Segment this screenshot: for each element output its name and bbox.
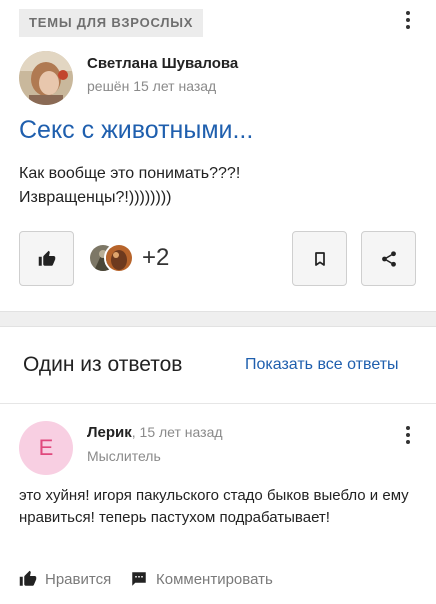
divider: [0, 403, 436, 404]
answer-time: , 15 лет назад: [131, 424, 223, 440]
answer-like-label: Нравится: [45, 570, 112, 588]
answer-author-rank: Мыслитель: [87, 448, 161, 464]
question-more-button[interactable]: [398, 8, 418, 32]
comment-icon: [132, 572, 146, 586]
thumbs-up-icon: [38, 250, 55, 266]
question-body-line: Извращенцы?!)))))))): [19, 189, 172, 206]
answer-author-line: Лерик, 15 лет назад: [87, 424, 223, 441]
answer-author-name[interactable]: Лерик: [87, 424, 132, 441]
more-dot-icon: [406, 426, 410, 430]
answer-more-button[interactable]: [398, 423, 418, 447]
liked-by-avatars[interactable]: [88, 243, 134, 273]
author-name[interactable]: Светлана Шувалова: [87, 55, 238, 72]
answers-heading: Один из ответов: [23, 353, 183, 376]
question-body-line: Как вообще это понимать???!: [19, 165, 241, 182]
question-card: Темы для взрослых Светлана Шувалова решё…: [0, 0, 436, 312]
more-dot-icon: [406, 25, 410, 29]
answer-comment-button[interactable]: Комментировать: [130, 570, 273, 588]
answer-body: это хуйня! игоря пакульского стадо быков…: [19, 487, 409, 526]
question-body: Как вообще это понимать???! Извращенцы?!…: [19, 162, 419, 210]
answer-like-button[interactable]: Нравится: [19, 570, 111, 588]
thumbs-up-icon: [19, 570, 37, 586]
category-tag[interactable]: Темы для взрослых: [19, 9, 204, 37]
author-photo: [19, 51, 73, 105]
show-all-answers-link[interactable]: Показать все ответы: [245, 356, 399, 374]
author-avatar[interactable]: [19, 51, 73, 105]
bookmark-icon: [314, 251, 325, 266]
more-dot-icon: [406, 11, 410, 15]
answer-avatar[interactable]: Е: [19, 421, 73, 475]
question-time: решён 15 лет назад: [87, 78, 217, 94]
like-count[interactable]: +2: [142, 244, 169, 272]
more-dot-icon: [406, 440, 410, 444]
question-title[interactable]: Секс с животными...: [19, 116, 253, 145]
share-button[interactable]: [361, 231, 416, 286]
share-icon: [381, 250, 396, 267]
like-button[interactable]: [19, 231, 74, 286]
more-dot-icon: [406, 433, 410, 437]
liker-avatar: [104, 243, 134, 273]
more-dot-icon: [406, 18, 410, 22]
bookmark-button[interactable]: [292, 231, 347, 286]
answer-comment-label: Комментировать: [156, 570, 273, 588]
